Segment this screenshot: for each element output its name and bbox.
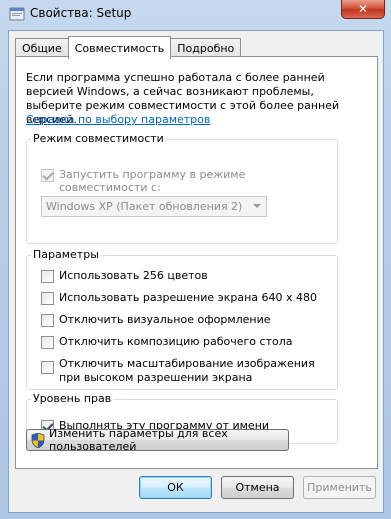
option-640x480[interactable]: Использовать разрешение экрана 640 x 480 [41, 291, 317, 305]
cancel-button[interactable]: Отмена [221, 476, 294, 499]
option-disable-desktop-composition[interactable]: Отключить композицию рабочего стола [41, 335, 293, 349]
tab-label: Общие [22, 42, 62, 55]
tab-strip: Общие Совместимость Подробно [15, 36, 242, 59]
checkbox-label: Отключить масштабирование изображения пр… [59, 357, 315, 384]
dialog-client-area: Общие Совместимость Подробно Если програ… [8, 30, 384, 513]
checkbox-label: Запустить программу в режиме совместимос… [59, 168, 246, 194]
close-icon: ✕ [357, 2, 369, 16]
change-settings-all-users-button[interactable]: Изменить параметры для всех пользователе… [26, 427, 289, 453]
compat-mode-select[interactable]: Windows XP (Пакет обновления 2) [41, 196, 267, 217]
button-label: Отмена [235, 481, 280, 494]
button-label: Применить [307, 481, 372, 494]
option-disable-visual-themes[interactable]: Отключить визуальное оформление [41, 313, 271, 327]
checkbox-label: Отключить композицию рабочего стола [59, 335, 293, 348]
checkbox[interactable] [41, 270, 54, 283]
option-disable-dpi-scaling[interactable]: Отключить масштабирование изображения пр… [41, 357, 321, 385]
button-label: ОК [167, 481, 184, 494]
apply-button[interactable]: Применить [303, 476, 376, 499]
tab-compatibility[interactable]: Совместимость [67, 36, 172, 59]
tab-label: Совместимость [74, 41, 165, 55]
uac-shield-icon [31, 432, 45, 448]
tab-details[interactable]: Подробно [170, 38, 242, 58]
tab-general[interactable]: Общие [15, 38, 69, 58]
checkbox[interactable] [41, 292, 54, 305]
checkbox[interactable] [41, 336, 54, 349]
group-label: Уровень прав [31, 392, 114, 405]
button-label: Изменить параметры для всех пользователе… [49, 427, 228, 453]
compat-mode-group: Режим совместимости Запустить программу … [26, 132, 338, 244]
checkbox[interactable] [41, 314, 54, 327]
option-256-colors[interactable]: Использовать 256 цветов [41, 269, 208, 283]
compatibility-panel: Если программа успешно работала с более … [15, 56, 378, 469]
close-button[interactable]: ✕ [341, 0, 385, 19]
app-icon [9, 7, 25, 21]
chevron-down-icon [253, 204, 261, 208]
title-bar: Свойства: Setup ✕ [0, 0, 391, 28]
checkbox-label: Использовать 256 цветов [59, 269, 208, 282]
help-link[interactable]: Справка по выбору параметров [26, 113, 210, 126]
window-title: Свойства: Setup [30, 6, 132, 20]
settings-group: Параметры Использовать 256 цветов Исполь… [26, 248, 338, 390]
tab-label: Подробно [177, 42, 235, 55]
checkbox-label: Использовать разрешение экрана 640 x 480 [59, 291, 317, 304]
checkbox-label: Отключить визуальное оформление [59, 313, 271, 326]
checkbox[interactable] [41, 361, 54, 374]
group-label: Параметры [31, 248, 101, 261]
group-label: Режим совместимости [31, 132, 166, 145]
ok-button[interactable]: ОК [139, 476, 212, 499]
compat-mode-checkbox-row[interactable]: Запустить программу в режиме совместимос… [41, 168, 337, 194]
compat-mode-checkbox[interactable] [41, 169, 54, 182]
select-value: Windows XP (Пакет обновления 2) [46, 200, 243, 213]
